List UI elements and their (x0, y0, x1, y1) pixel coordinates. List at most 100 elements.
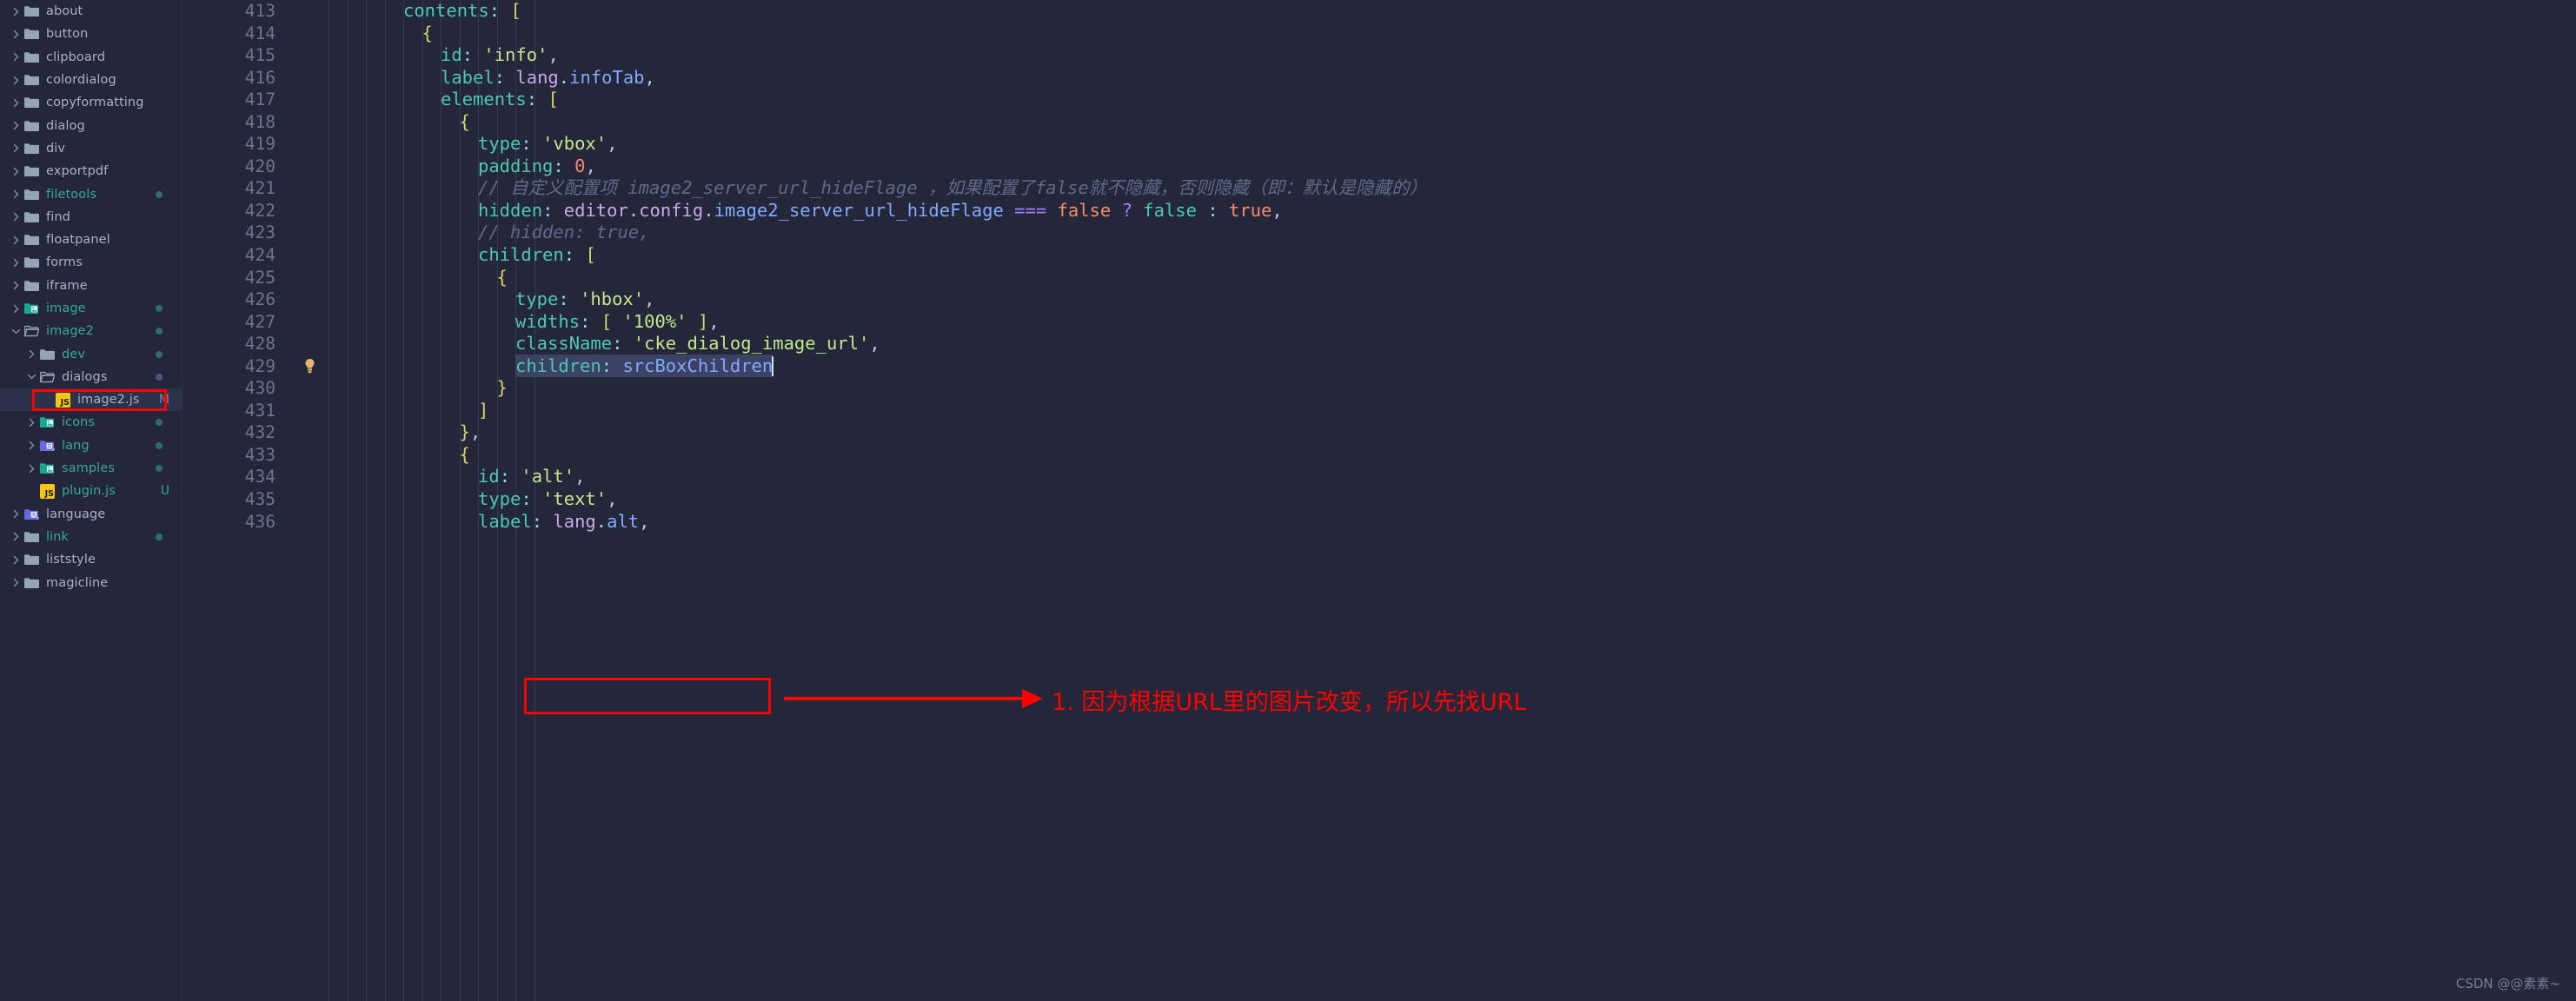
code-text[interactable]: widths: [ '100%' ], (329, 311, 2576, 334)
tree-item-image2-js[interactable]: JS image2.js M (0, 388, 182, 412)
tree-item-iframe[interactable]: iframe (0, 275, 182, 297)
chevron-right-icon[interactable] (10, 121, 23, 130)
chevron-down-icon[interactable] (10, 327, 23, 336)
gutter-icon-slot[interactable] (291, 358, 329, 375)
code-line[interactable]: 429 children: srcBoxChildren (183, 354, 2576, 378)
tree-item-find[interactable]: find (0, 206, 182, 229)
code-line[interactable]: 431] (183, 400, 2576, 422)
selected-code-text[interactable]: children: srcBoxChildren (515, 354, 773, 377)
chevron-right-icon[interactable] (10, 76, 23, 85)
code-text[interactable]: id: 'info', (329, 44, 2576, 67)
chevron-right-icon[interactable] (10, 98, 23, 108)
chevron-right-icon[interactable] (10, 532, 23, 541)
code-text[interactable]: ] (329, 400, 2576, 422)
code-line[interactable]: 416 label: lang.infoTab, (183, 67, 2576, 89)
code-text[interactable]: { (329, 267, 2576, 289)
code-text[interactable]: type: 'vbox', (329, 133, 2576, 156)
code-line[interactable]: 436 label: lang.alt, (183, 511, 2576, 534)
tree-item-samples[interactable]: samples (0, 457, 182, 480)
tree-item-magicline[interactable]: magicline (0, 571, 182, 593)
tree-item-colordialog[interactable]: colordialog (0, 69, 182, 91)
chevron-right-icon[interactable] (10, 555, 23, 565)
code-text[interactable]: className: 'cke_dialog_image_url', (329, 333, 2576, 355)
code-text[interactable]: elements: [ (329, 89, 2576, 111)
code-line[interactable]: 432}, (183, 421, 2576, 444)
chevron-right-icon[interactable] (10, 52, 23, 62)
tree-item-language[interactable]: 文A language (0, 503, 182, 526)
code-line[interactable]: 435 type: 'text', (183, 488, 2576, 511)
chevron-right-icon[interactable] (10, 212, 23, 222)
code-text[interactable]: id: 'alt', (329, 466, 2576, 488)
tree-item-copyformatting[interactable]: copyformatting (0, 91, 182, 114)
chevron-right-icon[interactable] (10, 7, 23, 17)
code-line[interactable]: 418 { (183, 111, 2576, 134)
tree-item-exportpdf[interactable]: exportpdf (0, 160, 182, 182)
code-line[interactable]: 423 // hidden: true, (183, 222, 2576, 244)
code-line[interactable]: 420 padding: 0, (183, 156, 2576, 178)
chevron-right-icon[interactable] (10, 30, 23, 39)
code-lines[interactable]: 413 contents: [414 {415 id: 'info', 416 label… (183, 0, 2576, 1001)
code-editor[interactable]: 413 contents: [414 {415 id: 'info', 416 label… (183, 0, 2576, 1001)
code-line[interactable]: 421 // 自定义配置项 image2_server_url_hideFlage… (183, 177, 2576, 200)
code-text[interactable]: children: [ (329, 244, 2576, 267)
code-text[interactable]: { (329, 23, 2576, 45)
chevron-down-icon[interactable] (25, 372, 38, 381)
tree-item-about[interactable]: about (0, 0, 182, 23)
tree-item-image2[interactable]: image2 (0, 320, 182, 342)
code-text[interactable]: { (329, 111, 2576, 134)
chevron-right-icon[interactable] (10, 235, 23, 245)
code-line[interactable]: 433 { (183, 444, 2576, 467)
code-line[interactable]: 428 className: 'cke_dialog_image_url', (183, 333, 2576, 355)
chevron-right-icon[interactable] (10, 258, 23, 268)
tree-item-dialogs[interactable]: dialogs (0, 366, 182, 388)
code-text[interactable]: contents: [ (329, 0, 2576, 23)
code-text[interactable]: // 自定义配置项 image2_server_url_hideFlage ，如… (329, 177, 2576, 200)
code-line[interactable]: 425 { (183, 267, 2576, 289)
code-text[interactable]: type: 'text', (329, 488, 2576, 511)
code-text[interactable]: label: lang.infoTab, (329, 67, 2576, 89)
tree-item-dialog[interactable]: dialog (0, 114, 182, 136)
tree-item-div[interactable]: div (0, 137, 182, 160)
code-text[interactable]: type: 'hbox', (329, 288, 2576, 311)
tree-item-link[interactable]: link (0, 526, 182, 548)
code-text[interactable]: { (329, 444, 2576, 467)
chevron-right-icon[interactable] (10, 509, 23, 519)
chevron-right-icon[interactable] (25, 349, 38, 359)
code-text[interactable]: children: srcBoxChildren (329, 354, 2576, 378)
tree-item-plugin-js[interactable]: JS plugin.js U (0, 480, 182, 502)
chevron-right-icon[interactable] (10, 304, 23, 314)
chevron-right-icon[interactable] (10, 143, 23, 153)
code-line[interactable]: 424 children: [ (183, 244, 2576, 267)
tree-item-floatpanel[interactable]: floatpanel (0, 229, 182, 251)
chevron-right-icon[interactable] (25, 418, 38, 428)
code-text[interactable]: padding: 0, (329, 156, 2576, 178)
code-line[interactable]: 430} (183, 377, 2576, 400)
code-line[interactable]: 415 id: 'info', (183, 44, 2576, 67)
code-line[interactable]: 422 hidden: editor.config.image2_server_u… (183, 200, 2576, 222)
chevron-right-icon[interactable] (25, 441, 38, 450)
code-line[interactable]: 417 elements: [ (183, 89, 2576, 111)
code-text[interactable]: label: lang.alt, (329, 511, 2576, 534)
code-text[interactable]: hidden: editor.config.image2_server_url_… (329, 200, 2576, 222)
tree-item-button[interactable]: button (0, 23, 182, 45)
tree-item-clipboard[interactable]: clipboard (0, 46, 182, 69)
tree-item-icons[interactable]: icons (0, 411, 182, 434)
tree-item-lang[interactable]: 文A lang (0, 434, 182, 457)
tree-item-image[interactable]: image (0, 297, 182, 320)
file-explorer-sidebar[interactable]: about button clipboard colordialog copyforma… (0, 0, 183, 1001)
tree-item-filetools[interactable]: filetools (0, 182, 182, 205)
code-line[interactable]: 427 widths: [ '100%' ], (183, 311, 2576, 334)
chevron-right-icon[interactable] (10, 189, 23, 199)
tree-item-dev[interactable]: dev (0, 342, 182, 365)
chevron-right-icon[interactable] (25, 464, 38, 474)
code-line[interactable]: 426 type: 'hbox', (183, 288, 2576, 311)
code-text[interactable]: }, (329, 421, 2576, 444)
chevron-right-icon[interactable] (10, 281, 23, 290)
code-text[interactable]: } (329, 377, 2576, 400)
chevron-right-icon[interactable] (10, 578, 23, 587)
tree-item-forms[interactable]: forms (0, 251, 182, 274)
chevron-right-icon[interactable] (10, 167, 23, 176)
code-line[interactable]: 413 contents: [ (183, 0, 2576, 23)
code-line[interactable]: 414 { (183, 23, 2576, 45)
code-line[interactable]: 434 id: 'alt', (183, 466, 2576, 488)
